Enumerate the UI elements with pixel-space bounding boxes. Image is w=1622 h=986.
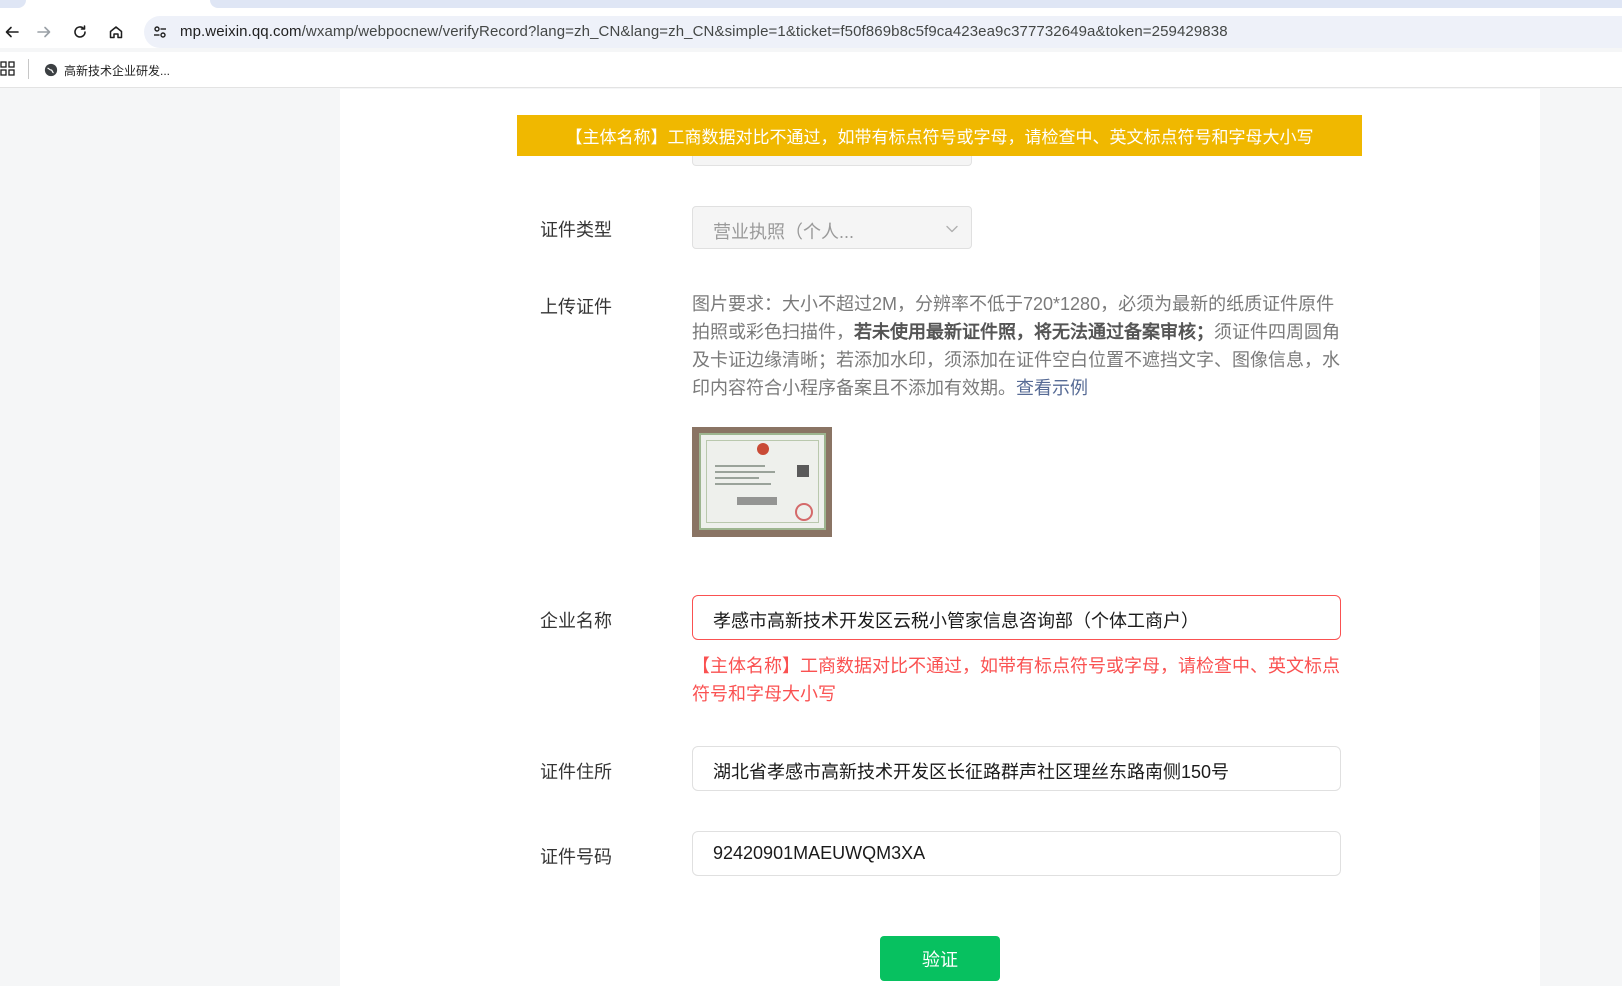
address-label: 证件住所 xyxy=(540,762,612,782)
site-info-icon[interactable] xyxy=(152,24,168,40)
cert-image xyxy=(699,433,826,530)
company-name-label: 企业名称 xyxy=(540,611,612,631)
address-bar[interactable]: mp.weixin.qq.com/wxamp/webpocnew/verifyR… xyxy=(144,16,1622,48)
url-text[interactable]: mp.weixin.qq.com/wxamp/webpocnew/verifyR… xyxy=(180,23,1228,40)
address-input[interactable]: 湖北省孝感市高新技术开发区长征路群声社区理丝东路南侧150号 xyxy=(692,746,1341,791)
reload-button[interactable] xyxy=(68,20,92,44)
reload-icon xyxy=(74,25,86,38)
bookmark-separator xyxy=(28,59,29,79)
verify-button[interactable]: 验证 xyxy=(880,936,1000,981)
address-value: 湖北省孝感市高新技术开发区长征路群声社区理丝东路南侧150号 xyxy=(713,762,1230,782)
url-host: mp.weixin.qq.com xyxy=(180,23,302,40)
tab-strip-edge xyxy=(0,0,26,8)
cert-number-input[interactable]: 92420901MAEUWQM3XA xyxy=(692,831,1341,876)
upload-desc-bold: 若未使用最新证件照，将无法通过备案审核； xyxy=(854,322,1214,342)
company-name-error: 【主体名称】工商数据对比不通过，如带有标点符号或字母，请检查中、英文标点符号和字… xyxy=(692,656,1340,704)
chevron-down-icon xyxy=(946,225,958,233)
cert-number-value: 92420901MAEUWQM3XA xyxy=(713,843,926,863)
company-name-input[interactable]: 孝感市高新技术开发区云税小管家信息咨询部（个体工商户） xyxy=(692,595,1341,640)
home-button[interactable] xyxy=(104,20,128,44)
uploaded-cert-thumbnail[interactable] xyxy=(692,427,832,537)
cert-type-select[interactable]: 营业执照（个人... xyxy=(692,206,972,249)
upload-requirements: 图片要求：大小不超过2M，分辨率不低于720*1280，必须为最新的纸质证件原件… xyxy=(692,290,1342,402)
company-name-value: 孝感市高新技术开发区云税小管家信息咨询部（个体工商户） xyxy=(713,611,1199,631)
bookmark-item[interactable]: 高新技术企业研发... xyxy=(44,60,170,80)
tab-strip xyxy=(210,0,1622,8)
bookmark-label: 高新技术企业研发... xyxy=(64,63,171,78)
arrow-left-icon xyxy=(5,26,19,38)
error-banner: 【主体名称】工商数据对比不通过，如带有标点符号或字母，请检查中、英文标点符号和字… xyxy=(517,115,1362,156)
upload-label: 上传证件 xyxy=(540,297,612,317)
browser-toolbar: mp.weixin.qq.com/wxamp/webpocnew/verifyR… xyxy=(0,0,1622,48)
bookmarks-bar: 高新技术企业研发... xyxy=(0,52,1622,88)
url-path: /wxamp/webpocnew/verifyRecord?lang=zh_CN… xyxy=(301,23,1228,40)
apps-grid-icon[interactable] xyxy=(0,61,16,77)
cert-type-label: 证件类型 xyxy=(540,220,612,240)
view-example-link[interactable]: 查看示例 xyxy=(1016,378,1088,398)
home-icon xyxy=(109,26,123,39)
cert-type-value: 营业执照（个人... xyxy=(713,222,855,242)
arrow-right-icon xyxy=(37,26,51,38)
back-button[interactable] xyxy=(0,20,24,44)
globe-icon xyxy=(44,63,58,77)
forward-button[interactable] xyxy=(32,20,56,44)
cert-number-label: 证件号码 xyxy=(540,847,612,867)
